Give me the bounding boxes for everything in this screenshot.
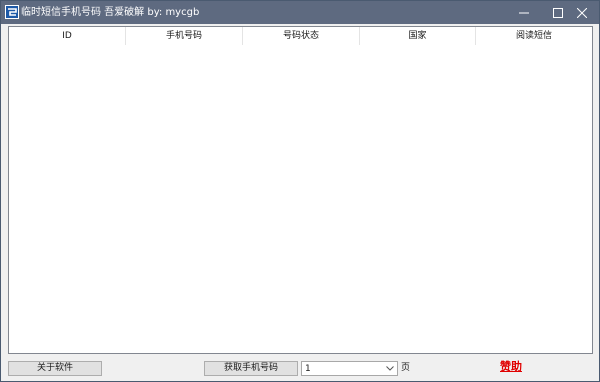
title-bar[interactable]: 临时短信手机号码 吾爱破解 by: mycgb (1, 1, 599, 24)
column-header-country[interactable]: 国家 (360, 27, 476, 45)
page-select[interactable]: 1 (301, 361, 398, 376)
chevron-down-icon (386, 366, 394, 371)
table-header: ID 手机号码 号码状态 国家 阅读短信 (9, 27, 592, 45)
column-header-number-status[interactable]: 号码状态 (243, 27, 360, 45)
about-button[interactable]: 关于软件 (8, 361, 102, 376)
bottom-toolbar: 关于软件 获取手机号码 1 页 赞助 (1, 357, 599, 381)
app-window: 临时短信手机号码 吾爱破解 by: mycgb ID 手机号码 号码状态 国家 … (0, 0, 600, 382)
number-list-table[interactable]: ID 手机号码 号码状态 国家 阅读短信 (8, 26, 593, 354)
close-icon (577, 7, 587, 18)
minimize-icon (519, 12, 529, 13)
column-header-id[interactable]: ID (9, 27, 126, 45)
donate-link[interactable]: 赞助 (500, 359, 522, 375)
column-header-read-sms[interactable]: 阅读短信 (476, 27, 592, 45)
minimize-button[interactable] (507, 1, 541, 24)
page-suffix-label: 页 (401, 363, 411, 373)
close-button[interactable] (565, 1, 599, 24)
window-title: 临时短信手机号码 吾爱破解 by: mycgb (21, 7, 200, 18)
column-header-phone-number[interactable]: 手机号码 (126, 27, 243, 45)
maximize-icon (553, 7, 563, 18)
app-icon (5, 5, 19, 19)
page-select-value: 1 (305, 364, 311, 374)
get-phone-number-button[interactable]: 获取手机号码 (204, 361, 298, 376)
